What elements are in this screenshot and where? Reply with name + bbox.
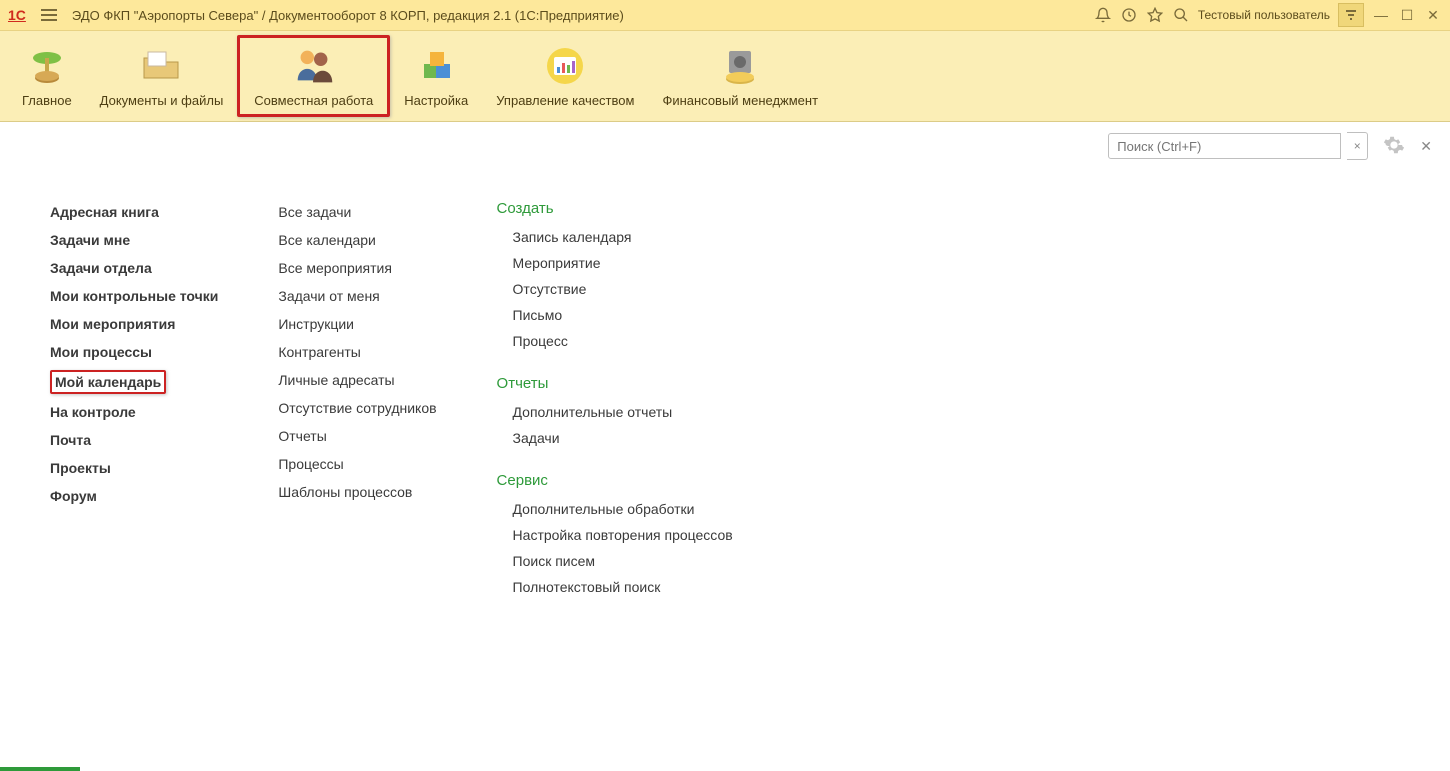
star-icon[interactable] (1142, 2, 1168, 28)
folder-icon (137, 45, 185, 87)
nav-my-events[interactable]: Мои мероприятия (50, 314, 218, 334)
nav-absence[interactable]: Отсутствие сотрудников (278, 398, 436, 418)
create-calendar-entry[interactable]: Запись календаря (513, 227, 733, 247)
tab-documents-label: Документы и файлы (100, 93, 224, 108)
logo-1c: 1C (8, 7, 26, 23)
tab-documents[interactable]: Документы и файлы (86, 31, 238, 121)
create-event[interactable]: Мероприятие (513, 253, 733, 273)
main-toolbar: Главное Документы и файлы Совместная раб… (0, 31, 1450, 122)
nav-personal-addressees[interactable]: Личные адресаты (278, 370, 436, 390)
cubes-icon (412, 45, 460, 87)
nav-address-book[interactable]: Адресная книга (50, 202, 218, 222)
menu-icon[interactable] (38, 4, 60, 26)
nav-checkpoints[interactable]: Мои контрольные точки (50, 286, 218, 306)
tab-quality-label: Управление качеством (496, 93, 634, 108)
nav-my-processes[interactable]: Мои процессы (50, 342, 218, 362)
panel-toggle-icon[interactable] (1338, 3, 1364, 27)
nav-my-tasks[interactable]: Задачи мне (50, 230, 218, 250)
nav-dept-tasks[interactable]: Задачи отдела (50, 258, 218, 278)
safe-icon (716, 45, 764, 87)
tab-quality[interactable]: Управление качеством (482, 31, 648, 121)
maximize-button[interactable]: ☐ (1394, 2, 1420, 28)
tab-main-label: Главное (22, 93, 72, 108)
tab-settings-label: Настройка (404, 93, 468, 108)
nav-col-2: Все задачи Все календари Все мероприятия… (278, 202, 436, 609)
search-icon[interactable] (1168, 2, 1194, 28)
progress-bar (0, 767, 80, 771)
section-create: Создать (497, 200, 733, 217)
report-additional[interactable]: Дополнительные отчеты (513, 402, 733, 422)
tab-finance[interactable]: Финансовый менеджмент (648, 31, 832, 121)
create-absence[interactable]: Отсутствие (513, 279, 733, 299)
tab-collaboration[interactable]: Совместная работа (237, 35, 390, 117)
section-service: Сервис (497, 472, 733, 489)
nav-processes[interactable]: Процессы (278, 454, 436, 474)
minimize-button[interactable]: — (1368, 2, 1394, 28)
section-reports: Отчеты (497, 375, 733, 392)
nav-all-calendars[interactable]: Все календари (278, 230, 436, 250)
report-tasks[interactable]: Задачи (513, 428, 733, 448)
nav-col-3: Создать Запись календаря Мероприятие Отс… (497, 200, 733, 609)
tab-collaboration-label: Совместная работа (254, 93, 373, 108)
search-bar: × ✕ (1108, 132, 1432, 160)
nav-on-control[interactable]: На контроле (50, 402, 218, 422)
search-input[interactable] (1108, 133, 1341, 159)
settings-icon[interactable] (1382, 134, 1406, 159)
service-additional[interactable]: Дополнительные обработки (513, 499, 733, 519)
user-label[interactable]: Тестовый пользователь (1198, 8, 1330, 22)
nav-forum[interactable]: Форум (50, 486, 218, 506)
nav-tasks-from-me[interactable]: Задачи от меня (278, 286, 436, 306)
nav-columns: Адресная книга Задачи мне Задачи отдела … (50, 202, 1430, 609)
nav-reports[interactable]: Отчеты (278, 426, 436, 446)
nav-col-1: Адресная книга Задачи мне Задачи отдела … (50, 202, 218, 609)
close-button[interactable]: ✕ (1420, 2, 1446, 28)
lamp-icon (23, 45, 71, 87)
create-process[interactable]: Процесс (513, 331, 733, 351)
nav-contractors[interactable]: Контрагенты (278, 342, 436, 362)
nav-instructions[interactable]: Инструкции (278, 314, 436, 334)
nav-projects[interactable]: Проекты (50, 458, 218, 478)
service-fulltext-search[interactable]: Полнотекстовый поиск (513, 577, 733, 597)
content-area: × ✕ Адресная книга Задачи мне Задачи отд… (0, 122, 1450, 771)
service-repeat-processes[interactable]: Настройка повторения процессов (513, 525, 733, 545)
close-panel-button[interactable]: ✕ (1420, 138, 1432, 155)
nav-my-calendar[interactable]: Мой календарь (50, 370, 166, 394)
service-search-mail[interactable]: Поиск писем (513, 551, 733, 571)
nav-mail[interactable]: Почта (50, 430, 218, 450)
app-title: ЭДО ФКП "Аэропорты Севера" / Документооб… (72, 8, 624, 23)
tab-finance-label: Финансовый менеджмент (662, 93, 818, 108)
create-letter[interactable]: Письмо (513, 305, 733, 325)
tab-main[interactable]: Главное (8, 31, 86, 121)
people-icon (290, 45, 338, 87)
search-clear-button[interactable]: × (1347, 132, 1368, 160)
history-icon[interactable] (1116, 2, 1142, 28)
bell-icon[interactable] (1090, 2, 1116, 28)
chart-icon (541, 45, 589, 87)
nav-all-events[interactable]: Все мероприятия (278, 258, 436, 278)
tab-settings[interactable]: Настройка (390, 31, 482, 121)
nav-process-templates[interactable]: Шаблоны процессов (278, 482, 436, 502)
nav-all-tasks[interactable]: Все задачи (278, 202, 436, 222)
titlebar: 1C ЭДО ФКП "Аэропорты Севера" / Документ… (0, 0, 1450, 31)
